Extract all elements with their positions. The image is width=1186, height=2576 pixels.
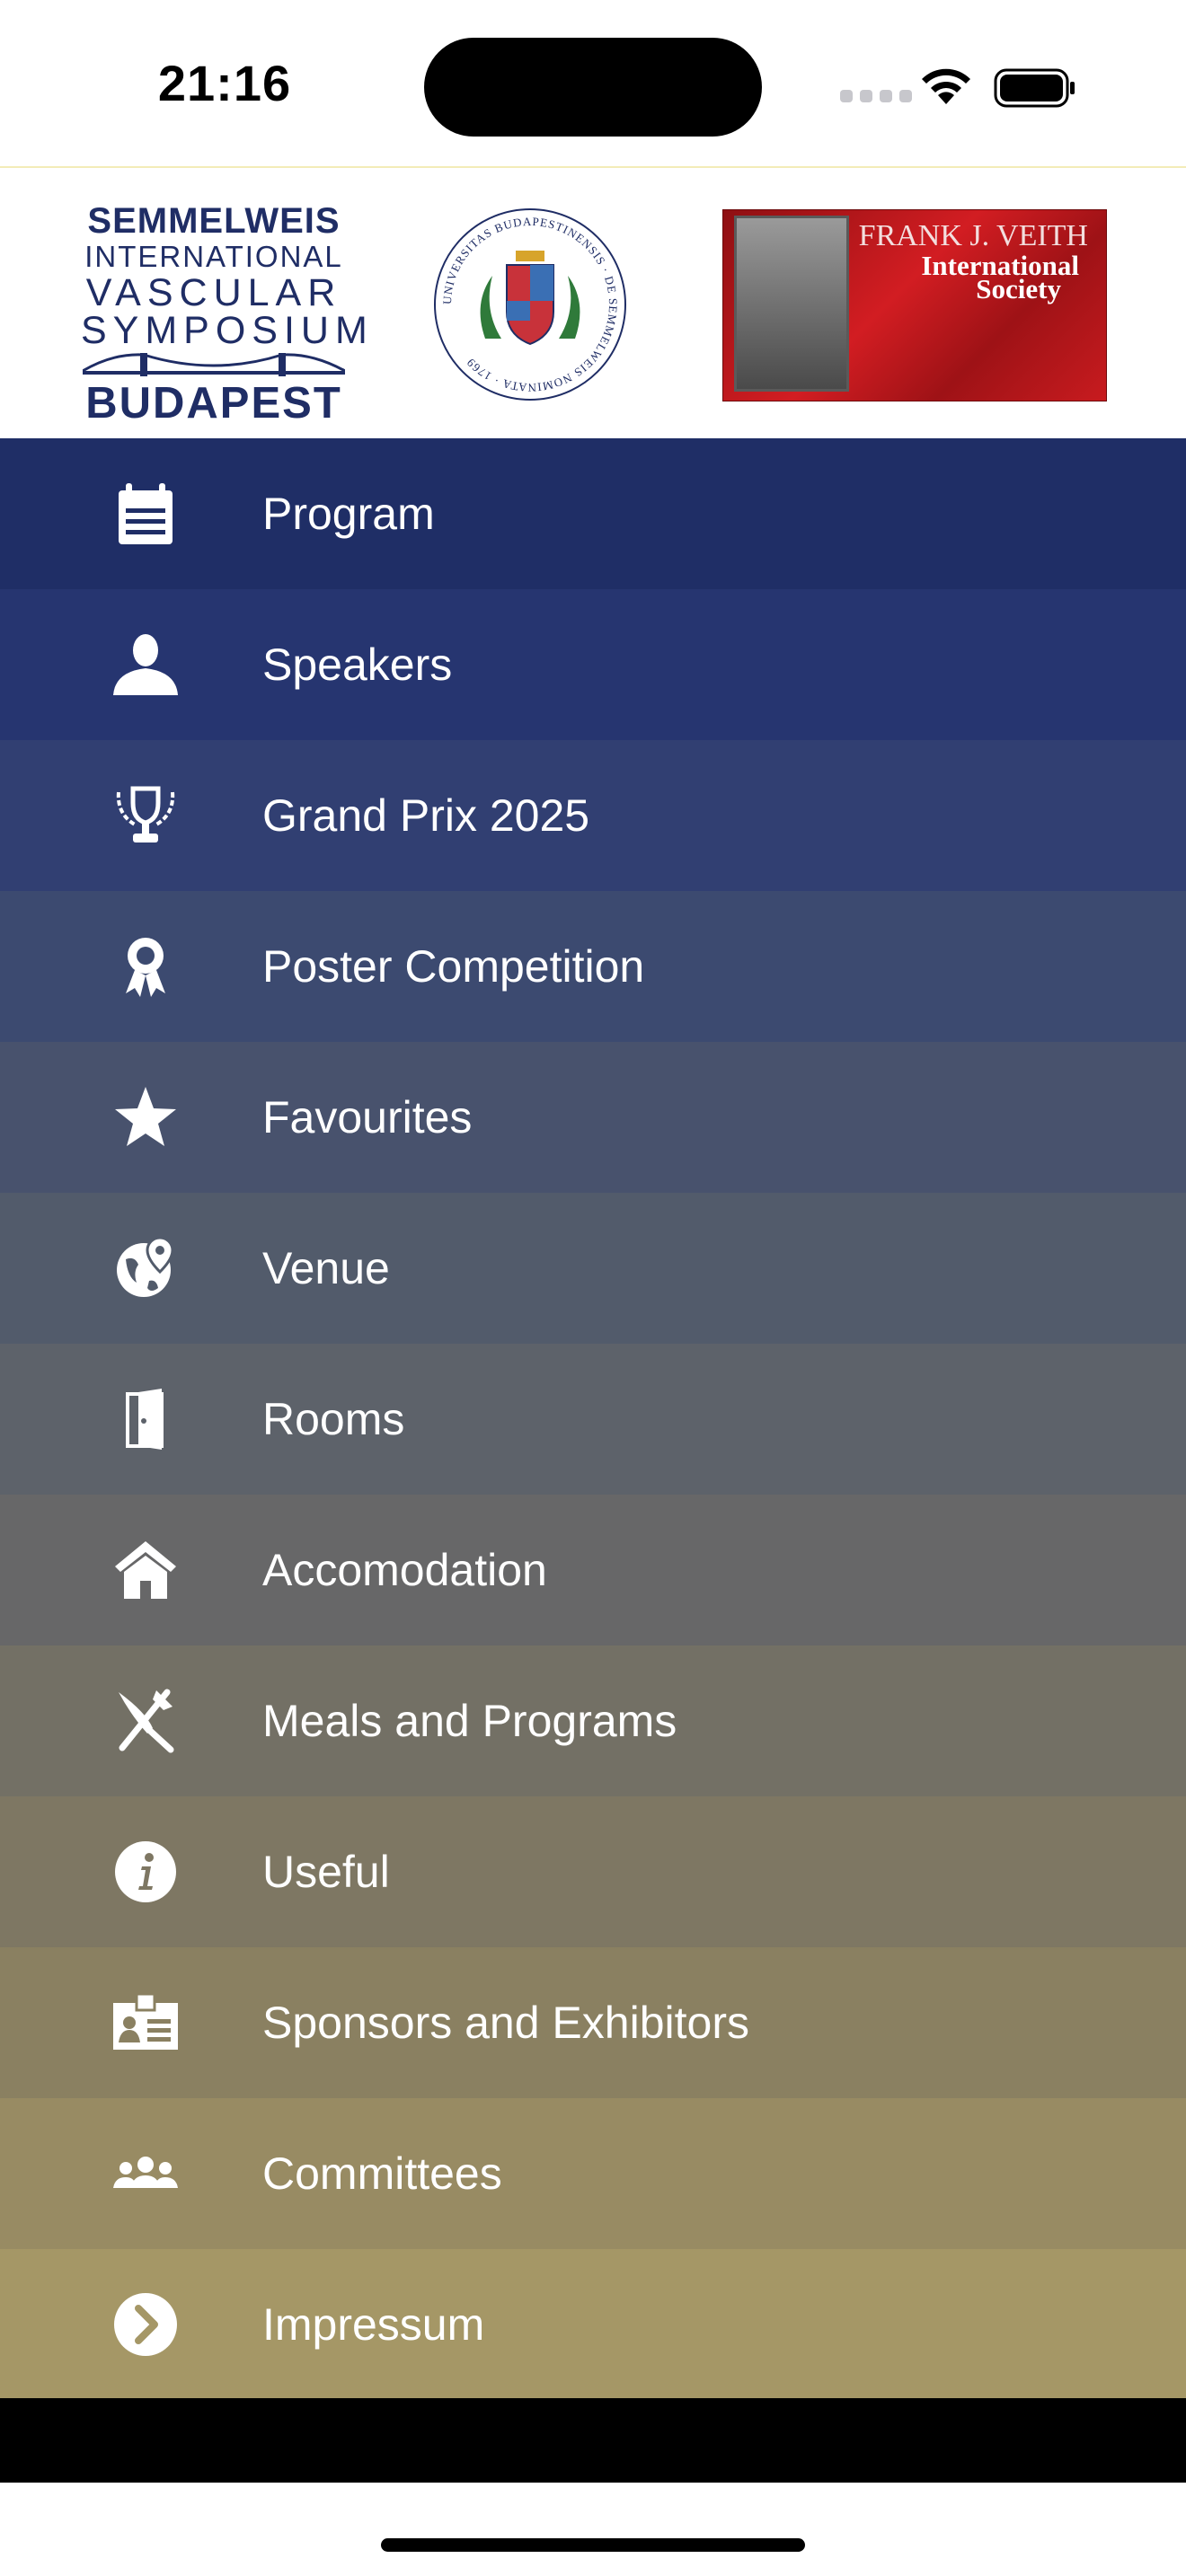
door-icon [126, 1389, 164, 1450]
sivs-logo-line3: VASCULAR [85, 271, 342, 314]
menu-item-committees[interactable]: Committees [0, 2098, 1186, 2249]
menu-item-poster-competition[interactable]: Poster Competition [0, 891, 1186, 1042]
menu-item-sponsors-and-exhibitors[interactable]: Sponsors and Exhibitors [0, 1947, 1186, 2098]
menu-item-label: Poster Competition [262, 941, 645, 992]
menu-item-label: Sponsors and Exhibitors [262, 1998, 749, 2048]
status-bar: 21:16 [0, 0, 1186, 166]
menu-item-label: Rooms [262, 1394, 405, 1444]
portrait-photo [734, 216, 849, 392]
trophy-icon [116, 786, 175, 842]
menu-item-label: Accomodation [262, 1545, 547, 1595]
sivs-logo: SEMMELWEIS INTERNATIONAL VASCULAR SYMPOS… [81, 201, 374, 427]
chevron-right-circle-icon [114, 2293, 177, 2356]
veith-society-logo: FRANK J. VEITH International Society [722, 209, 1107, 401]
id-badge-icon [113, 1992, 178, 2050]
dynamic-island [424, 38, 762, 137]
menu-item-favourites[interactable]: Favourites [0, 1042, 1186, 1193]
menu-item-impressum[interactable]: Impressum [0, 2249, 1186, 2400]
calendar-icon [119, 483, 173, 544]
menu-item-speakers[interactable]: Speakers [0, 589, 1186, 740]
globe-location-icon [117, 1236, 174, 1297]
menu-item-grand-prix[interactable]: Grand Prix 2025 [0, 740, 1186, 891]
menu-item-label: Program [262, 489, 435, 539]
fork-knife-icon [119, 1689, 174, 1753]
veith-logo-line3: Society [976, 273, 1061, 304]
sivs-logo-line5: BUDAPEST [85, 379, 342, 428]
menu-item-label: Favourites [262, 1092, 473, 1142]
award-ribbon-icon [126, 938, 165, 997]
battery-icon [994, 68, 1075, 108]
cellular-signal-icon [840, 90, 912, 102]
sivs-logo-line4: SYMPOSIUM [81, 309, 374, 352]
menu-item-label: Meals and Programs [262, 1696, 677, 1746]
sivs-logo-line2: INTERNATIONAL [84, 240, 343, 273]
info-icon [115, 1841, 176, 1902]
menu-item-meals-and-programs[interactable]: Meals and Programs [0, 1645, 1186, 1796]
person-icon [113, 634, 178, 695]
status-time: 21:16 [157, 55, 292, 111]
university-seal-logo: UNIVERSITAS BUDAPESTINENSIS · DE SEMMELW… [434, 208, 626, 401]
menu-item-useful[interactable]: Useful [0, 1796, 1186, 1947]
menu-item-label: Speakers [262, 640, 453, 690]
menu-item-label: Useful [262, 1847, 390, 1897]
main-menu: Program Speakers Grand Prix 2025 Poster … [0, 438, 1186, 2400]
menu-item-label: Grand Prix 2025 [262, 790, 590, 841]
home-indicator[interactable] [381, 2538, 805, 2552]
veith-logo-line1: FRANK J. VEITH [858, 219, 1088, 252]
sivs-logo-line1: SEMMELWEIS [87, 201, 341, 241]
menu-item-label: Venue [262, 1243, 390, 1293]
bridge-icon [83, 353, 345, 376]
bottom-black-band [0, 2398, 1186, 2483]
house-icon [115, 1541, 176, 1599]
menu-item-label: Committees [262, 2148, 502, 2199]
menu-item-program[interactable]: Program [0, 438, 1186, 589]
users-group-icon [113, 2157, 178, 2188]
sponsor-logo-bar: SEMMELWEIS INTERNATIONAL VASCULAR SYMPOS… [0, 166, 1186, 438]
menu-item-rooms[interactable]: Rooms [0, 1344, 1186, 1495]
wifi-icon [922, 68, 970, 104]
menu-item-accomodation[interactable]: Accomodation [0, 1495, 1186, 1645]
menu-item-venue[interactable]: Venue [0, 1193, 1186, 1344]
star-icon [115, 1087, 176, 1146]
menu-item-label: Impressum [262, 2299, 485, 2350]
